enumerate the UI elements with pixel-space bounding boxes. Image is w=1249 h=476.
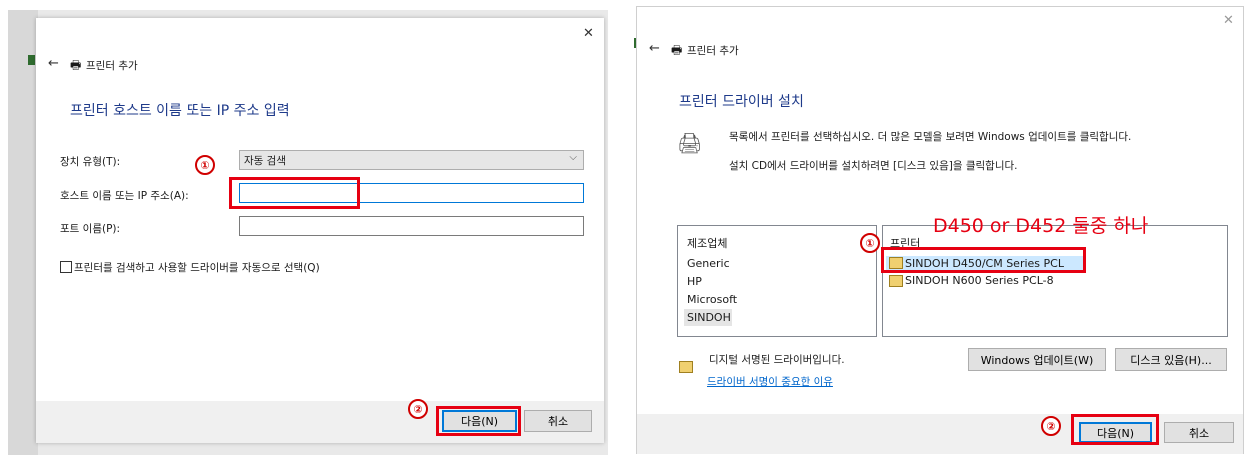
printer-highlight-box [881,247,1086,273]
chevron-down-icon: ⌵ [569,152,577,163]
cancel-button[interactable]: 취소 [524,410,592,432]
signed-driver-text: 디지털 서명된 드라이버입니다. [709,354,845,366]
printer-item[interactable]: SINDOH N600 Series PCL-8 [905,274,1054,287]
manufacturer-item[interactable]: SINDOH [687,311,731,324]
dialog-header: 프린터 추가 [86,60,138,72]
have-disk-button[interactable]: 디스크 있음(H)... [1115,348,1227,371]
cancel-button[interactable]: 취소 [1164,422,1234,443]
port-input[interactable] [239,216,584,236]
marker-1: ① [860,233,880,253]
device-type-select[interactable]: 자동 검색 ⌵ [239,150,584,170]
printer-driver-icon: 🖨 [677,131,703,155]
host-label: 호스트 이름 또는 IP 주소(A): [60,190,189,202]
driver-signing-link[interactable]: 드라이버 서명이 중요한 이유 [707,374,833,389]
host-highlight-box [229,177,360,209]
left-dialog: ✕ ← 🖶 프린터 추가 프린터 호스트 이름 또는 IP 주소 입력 장치 유… [36,18,604,443]
page-title: 프린터 호스트 이름 또는 IP 주소 입력 [70,103,290,119]
left-app-icon [28,55,35,65]
driver-icon [889,275,903,287]
printer-list[interactable]: 프린터 SINDOH D450/CM Series PCL SINDOH N60… [882,225,1228,337]
description-line-1: 목록에서 프린터를 선택하십시오. 더 많은 모델을 보려면 Windows 업… [729,131,1132,143]
close-icon[interactable]: ✕ [1223,13,1234,28]
back-arrow-icon[interactable]: ← [48,56,59,71]
manufacturer-item[interactable]: HP [687,275,702,288]
signed-driver-icon [679,361,693,373]
marker-1: ① [195,155,215,175]
printer-icon: 🖶 [671,43,683,57]
next-highlight-box [436,406,521,436]
windows-update-button[interactable]: Windows 업데이트(W) [968,348,1106,371]
manufacturer-list[interactable]: 제조업체 Generic HP Microsoft SINDOH [677,225,877,337]
device-type-label: 장치 유형(T): [60,156,121,168]
manufacturer-item[interactable]: Generic [687,257,730,270]
back-arrow-icon[interactable]: ← [649,41,660,56]
left-backdrop-strip [8,10,38,455]
device-type-value: 자동 검색 [244,155,286,167]
manufacturer-item[interactable]: Microsoft [687,293,737,306]
marker-2: ② [408,399,428,419]
dialog-header: 프린터 추가 [687,45,739,57]
port-label: 포트 이름(P): [60,223,121,235]
next-highlight-box [1071,414,1159,445]
close-icon[interactable]: ✕ [583,26,594,41]
auto-select-checkbox[interactable] [60,261,72,273]
printer-icon: 🖶 [70,58,82,72]
marker-2: ② [1041,416,1061,436]
annotation-text: D450 or D452 둘중 하나 [933,215,1149,237]
manufacturer-header: 제조업체 [687,237,728,250]
auto-select-label[interactable]: 프린터를 검색하고 사용할 드라이버를 자동으로 선택(Q) [74,260,320,275]
page-title: 프린터 드라이버 설치 [679,94,804,110]
description-line-2: 설치 CD에서 드라이버를 설치하려면 [디스크 있음]을 클릭합니다. [729,160,1018,172]
